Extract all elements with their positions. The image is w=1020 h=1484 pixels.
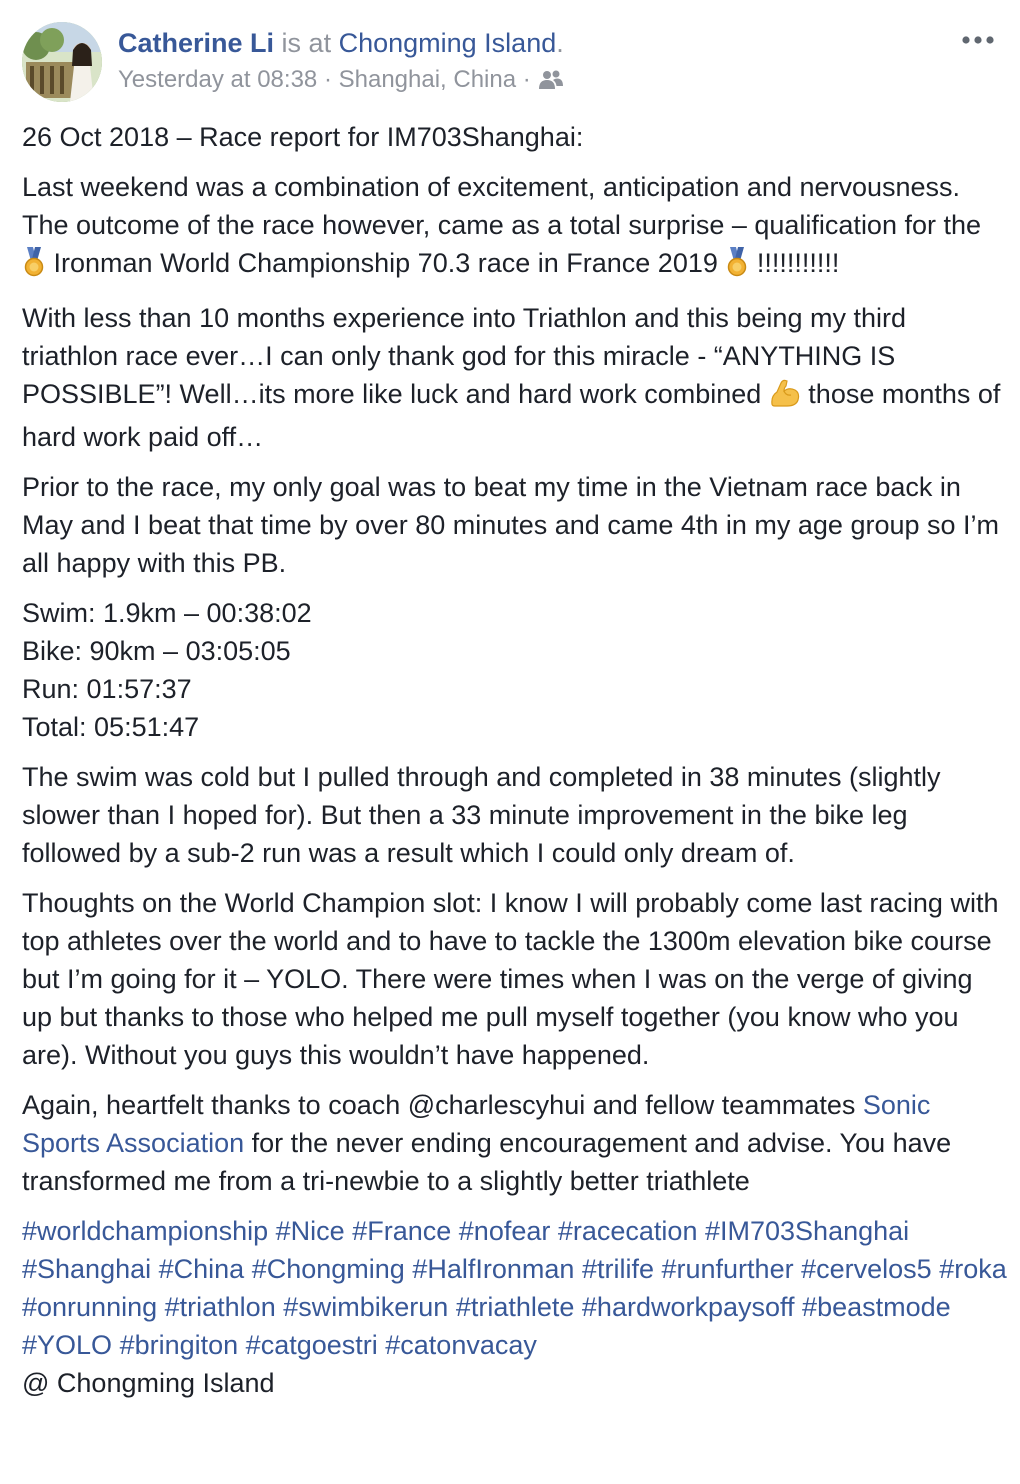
hashtag-link[interactable]: #Chongming xyxy=(252,1254,405,1284)
stat-run: Run: 01:57:37 xyxy=(22,674,192,704)
place-period: . xyxy=(556,28,564,58)
paragraph-1-part-b: Ironman World Championship 70.3 race in … xyxy=(53,248,726,278)
hashtag-link[interactable]: #HalfIronman xyxy=(412,1254,574,1284)
ellipsis-icon xyxy=(962,36,994,44)
friends-icon[interactable] xyxy=(539,68,564,100)
hashtag-link[interactable]: #catgoestri xyxy=(246,1330,378,1360)
hashtag-link[interactable]: #triathlete xyxy=(456,1292,575,1322)
hashtag-link[interactable]: #nofear xyxy=(459,1216,551,1246)
post-meta: Yesterday at 08:38 · Shanghai, China · xyxy=(118,64,564,100)
author-line: Catherine Li is at Chongming Island. xyxy=(118,26,564,60)
facebook-post: Catherine Li is at Chongming Island. Yes… xyxy=(0,0,1020,1484)
hashtag-link[interactable]: #roka xyxy=(939,1254,1007,1284)
medal-icon xyxy=(22,247,46,287)
meta-separator: · xyxy=(522,66,531,93)
stat-bike: Bike: 90km – 03:05:05 xyxy=(22,636,291,666)
paragraph-1-part-c: !!!!!!!!!!! xyxy=(756,248,840,278)
more-options-button[interactable] xyxy=(958,30,998,50)
hashtag-link[interactable]: #China xyxy=(159,1254,245,1284)
hashtag-link[interactable]: #YOLO xyxy=(22,1330,112,1360)
post-body: 26 Oct 2018 – Race report for IM703Shang… xyxy=(22,118,1007,1414)
stat-swim: Swim: 1.9km – 00:38:02 xyxy=(22,598,312,628)
hashtag-link[interactable]: #Shanghai xyxy=(22,1254,151,1284)
hashtag-link[interactable]: #swimbikerun xyxy=(283,1292,448,1322)
paragraph-1-part-a: Last weekend was a combination of excite… xyxy=(22,172,982,240)
post-header: Catherine Li is at Chongming Island. Yes… xyxy=(22,22,998,104)
hashtag-link[interactable]: #triathlon xyxy=(165,1292,276,1322)
hashtag-link[interactable]: #racecation xyxy=(558,1216,698,1246)
hashtag-link[interactable]: #catonvacay xyxy=(385,1330,537,1360)
is-at-text: is at xyxy=(281,28,332,58)
hashtag-link[interactable]: #worldchampionship xyxy=(22,1216,268,1246)
hashtag-link[interactable]: #cervelos5 xyxy=(801,1254,932,1284)
date-line: 26 Oct 2018 – Race report for IM703Shang… xyxy=(22,122,584,152)
stat-total: Total: 05:51:47 xyxy=(22,712,200,742)
checkin-line[interactable]: @ Chongming Island xyxy=(22,1368,275,1398)
timestamp-link[interactable]: Yesterday at 08:38 xyxy=(118,66,317,93)
race-stats: Swim: 1.9km – 00:38:02 Bike: 90km – 03:0… xyxy=(22,594,1007,746)
hashtag-link[interactable]: #hardworkpaysoff xyxy=(582,1292,795,1322)
avatar[interactable] xyxy=(22,22,102,102)
location-link[interactable]: Shanghai, China xyxy=(339,66,516,93)
hashtags: #worldchampionship #Nice #France #nofear… xyxy=(22,1212,1007,1402)
meta-separator: · xyxy=(323,66,332,93)
hashtag-link[interactable]: #bringiton xyxy=(120,1330,239,1360)
paragraph-5: Thoughts on the World Champion slot: I k… xyxy=(22,888,999,1070)
paragraph-1: Last weekend was a combination of excite… xyxy=(22,168,1007,287)
hashtag-link[interactable]: #runfurther xyxy=(662,1254,794,1284)
flexed-biceps-icon xyxy=(769,378,801,418)
hashtag-link[interactable]: #IM703Shanghai xyxy=(705,1216,909,1246)
hashtag-link[interactable]: #trilife xyxy=(582,1254,654,1284)
hashtag-link[interactable]: #Nice xyxy=(276,1216,345,1246)
paragraph-2: With less than 10 months experience into… xyxy=(22,299,1007,456)
paragraph-6-part-a: Again, heartfelt thanks to coach @charle… xyxy=(22,1090,863,1120)
hashtag-link[interactable]: #onrunning xyxy=(22,1292,157,1322)
paragraph-3: Prior to the race, my only goal was to b… xyxy=(22,472,1000,578)
paragraph-4: The swim was cold but I pulled through a… xyxy=(22,762,941,868)
paragraph-6: Again, heartfelt thanks to coach @charle… xyxy=(22,1086,1007,1200)
author-name-link[interactable]: Catherine Li xyxy=(118,28,274,58)
hashtag-link[interactable]: #France xyxy=(352,1216,451,1246)
place-link[interactable]: Chongming Island xyxy=(339,28,557,58)
hashtag-link[interactable]: #beastmode xyxy=(802,1292,951,1322)
medal-icon xyxy=(725,247,749,287)
